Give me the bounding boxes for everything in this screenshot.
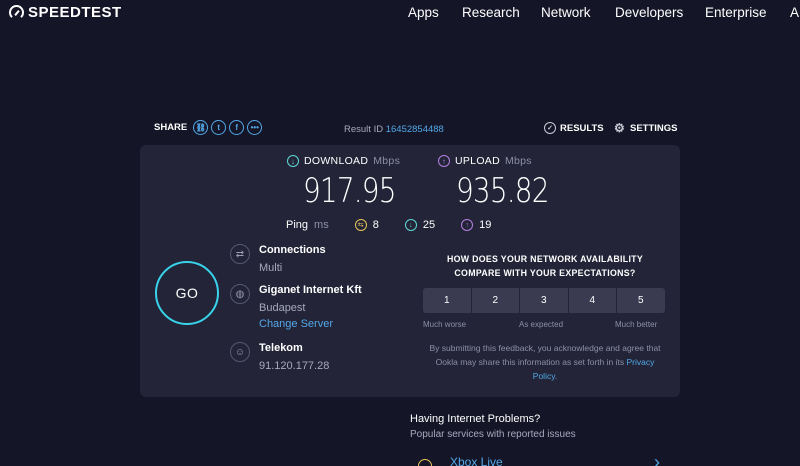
speedtest-logo[interactable]: SPEEDTEST — [9, 4, 122, 21]
feedback-question-line2: COMPARE WITH YOUR EXPECTATIONS? — [454, 268, 636, 278]
provider-name: Telekom — [259, 342, 303, 354]
download-latency-icon: ↓ — [404, 219, 417, 231]
result-id-label: Result ID — [344, 124, 384, 135]
ping-label: Ping — [286, 219, 309, 231]
upload-metric: ↑ UPLOAD Mbps 935.82 — [438, 155, 569, 211]
rating-option-5[interactable]: 5 — [617, 288, 665, 313]
connections-title: Connections — [259, 244, 326, 256]
connections-icon: ⇄ — [230, 244, 250, 264]
status-icon — [418, 459, 432, 466]
upload-label: UPLOAD — [455, 155, 500, 167]
ping-unit: ms — [314, 219, 329, 231]
upload-latency-icon: ↑ — [461, 219, 474, 231]
nav-item-about[interactable]: A — [790, 5, 799, 20]
download-value: 917.95 — [303, 171, 396, 211]
go-label: GO — [175, 285, 199, 301]
feedback-disclaimer: By submitting this feedback, you acknowl… — [427, 341, 663, 383]
rating-option-1[interactable]: 1 — [423, 288, 471, 313]
upload-arrow-icon: ↑ — [438, 155, 450, 167]
feedback-scale: 1 2 3 4 5 — [423, 288, 665, 313]
service-name: Xbox Live — [450, 455, 503, 466]
user-icon: ☺ — [230, 342, 250, 362]
scale-low-label: Much worse — [423, 320, 467, 329]
problems-title: Having Internet Problems? — [410, 413, 541, 425]
upload-unit: Mbps — [504, 155, 532, 167]
nav-item-research[interactable]: Research — [462, 5, 541, 20]
server-location: Budapest — [259, 302, 306, 314]
upload-value: 935.82 — [456, 171, 549, 211]
download-unit: Mbps — [373, 155, 401, 167]
nav-item-network[interactable]: Network — [541, 5, 615, 20]
server-name: Giganet Internet Kft — [259, 284, 362, 296]
rating-option-3[interactable]: 3 — [520, 288, 568, 313]
facebook-icon[interactable]: f — [229, 120, 245, 135]
more-icon[interactable]: ••• — [247, 120, 263, 135]
download-arrow-icon: ↓ — [287, 155, 299, 167]
problems-subtitle: Popular services with reported issues — [410, 429, 576, 440]
results-button[interactable]: ✓ RESULTS — [544, 122, 604, 134]
chevron-right-icon: › — [654, 452, 660, 466]
feedback-question-line1: HOW DOES YOUR NETWORK AVAILABILITY — [446, 254, 644, 264]
result-id-link[interactable]: 16452854488 — [386, 124, 444, 135]
speedometer-icon — [9, 5, 24, 20]
settings-button[interactable]: ⚙ SETTINGS — [614, 122, 678, 134]
result-header: SHARE ⛓ t f ••• Result ID 16452854488 ✓ … — [154, 120, 680, 140]
rating-option-2[interactable]: 2 — [471, 288, 519, 313]
ping-upload: ↑ 19 — [461, 219, 491, 231]
ping-download-value: 25 — [422, 219, 436, 231]
link-icon[interactable]: ⛓ — [193, 120, 209, 135]
disclaimer-period: . — [554, 371, 558, 381]
gear-icon: ⚙ — [614, 121, 625, 135]
twitter-icon[interactable]: t — [211, 120, 227, 135]
download-metric: ↓ DOWNLOAD Mbps 917.95 — [287, 155, 416, 211]
idle-latency-icon: ⇆ — [354, 219, 367, 231]
go-button[interactable]: GO — [155, 261, 219, 325]
rating-option-4[interactable]: 4 — [568, 288, 616, 313]
ping-upload-value: 19 — [479, 219, 492, 231]
feedback-question: HOW DOES YOUR NETWORK AVAILABILITY COMPA… — [440, 252, 650, 280]
ping-row: Ping ms ⇆ 8 ↓ 25 ↑ 19 — [286, 219, 517, 231]
download-label: DOWNLOAD — [304, 155, 369, 167]
settings-label: SETTINGS — [630, 122, 678, 134]
brand-name: SPEEDTEST — [28, 4, 122, 21]
result-card: ↓ DOWNLOAD Mbps 917.95 ↑ UPLOAD Mbps 935… — [140, 145, 680, 397]
scale-high-label: Much better — [615, 320, 658, 329]
scale-mid-label: As expected — [519, 320, 564, 329]
nav-item-enterprise[interactable]: Enterprise — [705, 5, 790, 20]
nav-item-apps[interactable]: Apps — [408, 5, 462, 20]
check-icon: ✓ — [544, 122, 556, 134]
results-label: RESULTS — [560, 122, 604, 134]
ping-idle-value: 8 — [372, 219, 379, 231]
service-item[interactable]: Xbox Live › — [410, 450, 680, 466]
nav-menu: Apps Research Network Developers Enterpr… — [408, 5, 799, 20]
globe-icon: ◍ — [230, 284, 250, 304]
share-bar: SHARE ⛓ t f ••• — [154, 120, 263, 135]
change-server-link[interactable]: Change Server — [259, 318, 333, 330]
nav-item-developers[interactable]: Developers — [615, 5, 705, 20]
share-label: SHARE — [154, 122, 188, 133]
top-nav: SPEEDTEST Apps Research Network Develope… — [0, 0, 800, 26]
ping-download: ↓ 25 — [404, 219, 436, 231]
connections-value: Multi — [259, 262, 283, 274]
result-id: Result ID 16452854488 — [344, 124, 444, 135]
ping-idle: ⇆ 8 — [354, 219, 379, 231]
provider-ip: 91.120.177.28 — [259, 360, 330, 372]
